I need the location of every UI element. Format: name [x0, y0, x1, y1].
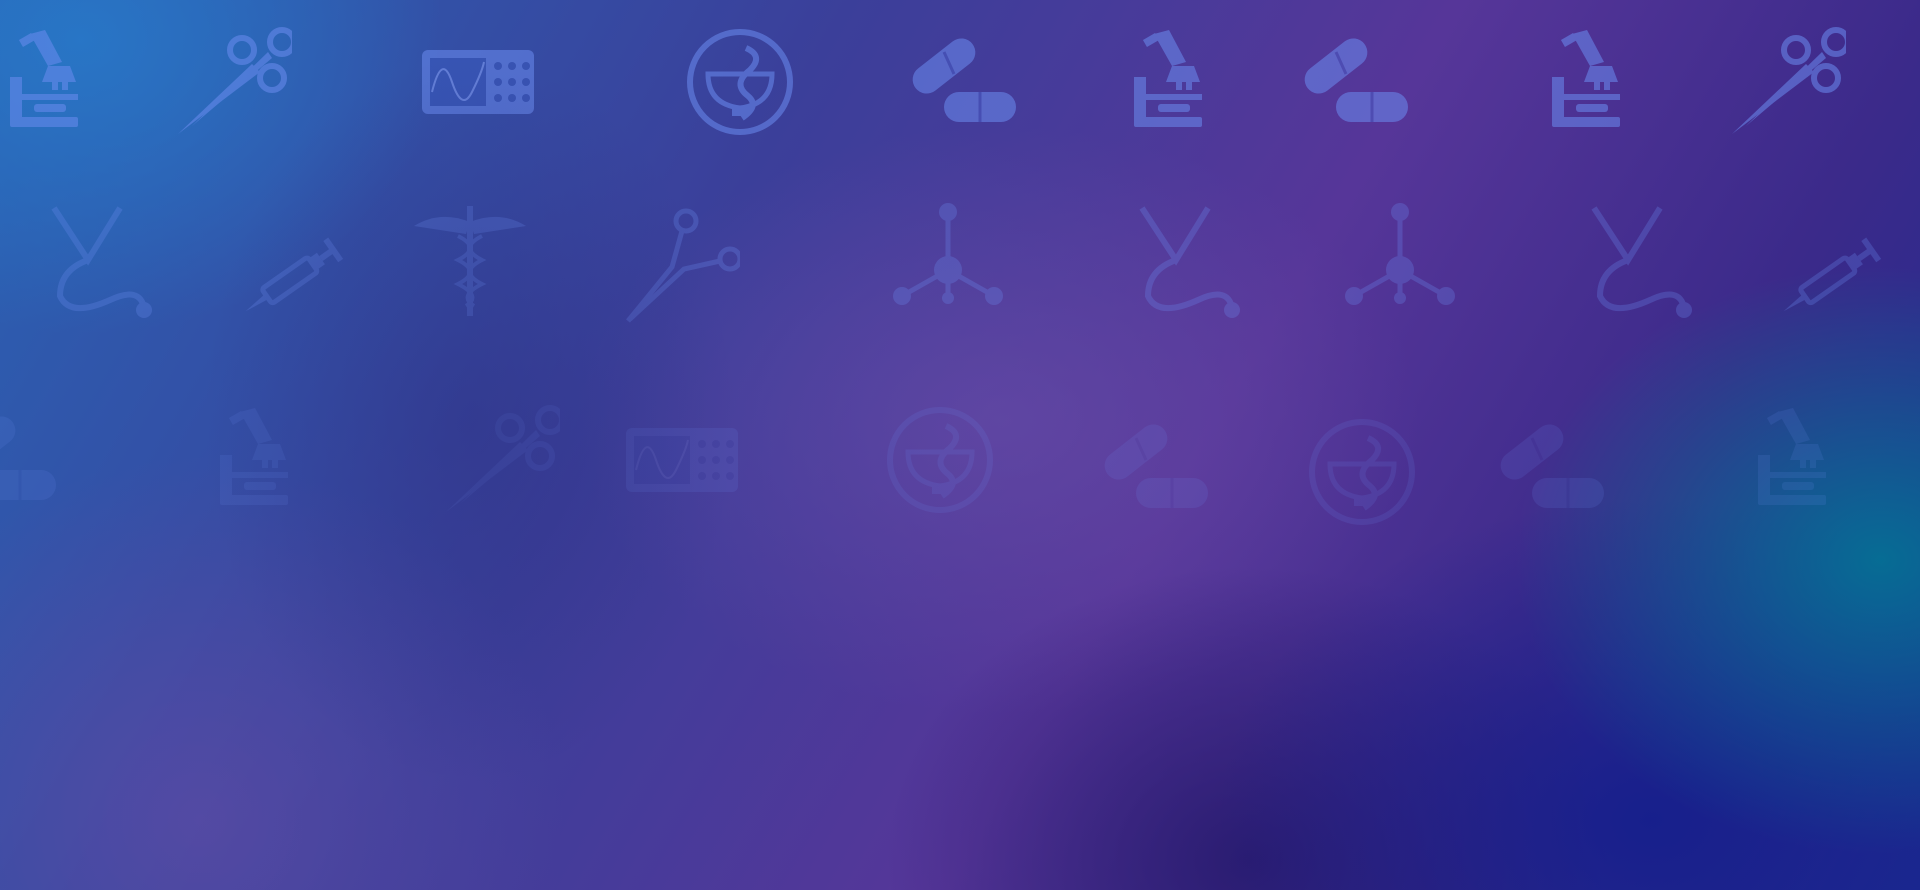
syringe-icon: [1770, 220, 1890, 340]
pills-icon: [0, 400, 60, 520]
scissors-icon: [1726, 22, 1846, 142]
microscope-icon: [210, 400, 330, 520]
microscope-icon: [1542, 22, 1662, 142]
microscope-icon: [1748, 400, 1868, 520]
pills-icon: [1292, 22, 1412, 142]
stethoscope-icon: [1128, 200, 1248, 320]
pills-icon: [1488, 408, 1608, 528]
medical-icon-pattern-background: [0, 0, 1920, 890]
microscope-icon: [0, 22, 120, 142]
pills-icon: [1092, 408, 1212, 528]
caduceus-icon: [410, 200, 530, 320]
scissors-icon: [440, 400, 560, 520]
oscilloscope-icon: [418, 22, 538, 142]
syringe-icon: [232, 220, 352, 340]
pharmacy-snake-bowl-icon: [680, 22, 800, 142]
molecule-icon: [1340, 200, 1460, 320]
pharmacy-snake-bowl-icon: [1302, 412, 1422, 532]
scissors-icon: [172, 22, 292, 142]
pills-icon: [900, 22, 1020, 142]
stethoscope-icon: [40, 200, 160, 320]
pharmacy-snake-bowl-icon: [880, 400, 1000, 520]
oscilloscope-icon: [622, 400, 742, 520]
forceps-icon: [620, 205, 740, 325]
molecule-icon: [888, 200, 1008, 320]
microscope-icon: [1124, 22, 1244, 142]
stethoscope-icon: [1580, 200, 1700, 320]
